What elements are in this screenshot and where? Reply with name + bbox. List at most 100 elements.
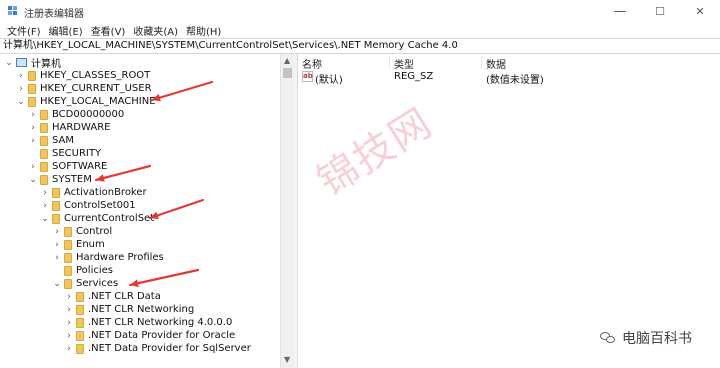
- folder-icon: [76, 291, 84, 302]
- tree-item-hardware-profiles[interactable]: › Hardware Profiles: [52, 251, 164, 264]
- tree-item-policies[interactable]: Policies: [52, 264, 113, 277]
- folder-icon: [40, 148, 48, 159]
- tree-item-system[interactable]: ⌄ SYSTEM: [28, 173, 92, 186]
- chevron-down-icon[interactable]: ⌄: [16, 97, 26, 107]
- chevron-right-icon[interactable]: ›: [64, 344, 74, 354]
- value-row[interactable]: ab (默认) REG_SZ (数值未设置): [298, 70, 720, 86]
- value-type: REG_SZ: [394, 71, 434, 82]
- folder-icon: [40, 109, 48, 120]
- folder-icon: [76, 317, 84, 328]
- close-button[interactable]: ✕: [680, 0, 720, 22]
- scroll-down-icon[interactable]: ▼: [284, 355, 290, 364]
- menu-favorites[interactable]: 收藏夹(A): [130, 23, 181, 38]
- scroll-up-icon[interactable]: ▲: [284, 56, 290, 65]
- tree-item-bcd[interactable]: › BCD00000000: [28, 108, 124, 121]
- folder-icon: [28, 70, 36, 81]
- menu-file[interactable]: 文件(F): [4, 23, 44, 38]
- tree-scrollbar[interactable]: ▲ ▼: [280, 54, 294, 368]
- tree-item-net-oracle[interactable]: › .NET Data Provider for Oracle: [64, 329, 235, 342]
- chevron-right-icon[interactable]: ›: [64, 305, 74, 315]
- folder-icon: [76, 330, 84, 341]
- tree-item-hklm[interactable]: ⌄ HKEY_LOCAL_MACHINE: [16, 95, 155, 108]
- folder-icon: [52, 213, 60, 224]
- tree-item-hkcr[interactable]: › HKEY_CLASSES_ROOT: [16, 69, 150, 82]
- tree-item-hardware[interactable]: › HARDWARE: [28, 121, 110, 134]
- folder-icon: [64, 226, 72, 237]
- tree-item-net-clr-data[interactable]: › .NET CLR Data: [64, 290, 161, 303]
- chevron-right-icon[interactable]: ›: [52, 240, 62, 250]
- folder-icon: [64, 239, 72, 250]
- folder-icon: [64, 252, 72, 263]
- folder-icon: [40, 174, 48, 185]
- menu-help[interactable]: 帮助(H): [183, 23, 224, 38]
- folder-icon: [28, 83, 36, 94]
- column-header-type[interactable]: 类型: [390, 56, 482, 71]
- wechat-icon: [600, 332, 616, 344]
- chevron-down-icon[interactable]: ⌄: [28, 175, 38, 185]
- folder-icon: [40, 161, 48, 172]
- string-value-icon: ab: [302, 71, 313, 82]
- folder-icon: [40, 122, 48, 133]
- tree-item-computer[interactable]: ⌄ 计算机: [4, 56, 61, 71]
- registry-tree: ⌄ 计算机 › HKEY_CLASSES_ROOT › HKEY_CURRENT…: [0, 54, 294, 368]
- minimize-icon: —: [613, 3, 627, 19]
- chevron-right-icon[interactable]: ›: [40, 201, 50, 211]
- tree-item-activationbroker[interactable]: › ActivationBroker: [40, 186, 146, 199]
- tree-item-services[interactable]: ⌄ Services: [52, 277, 118, 290]
- tree-item-hkcu[interactable]: › HKEY_CURRENT_USER: [16, 82, 151, 95]
- wechat-branding: 电脑百科书: [600, 328, 692, 348]
- chevron-right-icon[interactable]: ›: [16, 84, 26, 94]
- tree-item-net-clr-networking-4[interactable]: › .NET CLR Networking 4.0.0.0: [64, 316, 232, 329]
- folder-icon: [76, 304, 84, 315]
- window-title: 注册表编辑器: [24, 9, 84, 20]
- folder-icon: [40, 135, 48, 146]
- column-header-data[interactable]: 数据: [482, 56, 720, 71]
- chevron-right-icon[interactable]: ›: [52, 253, 62, 263]
- chevron-right-icon[interactable]: ›: [64, 292, 74, 302]
- values-list: 名称 类型 数据 ab (默认) REG_SZ (数值未设置): [298, 54, 720, 368]
- folder-icon: [76, 343, 84, 354]
- folder-icon: [28, 96, 36, 107]
- menu-view[interactable]: 查看(V): [88, 23, 129, 38]
- maximize-button[interactable]: ☐: [640, 0, 680, 22]
- value-data: (数值未设置): [486, 75, 544, 86]
- tree-item-security[interactable]: SECURITY: [28, 147, 101, 160]
- scroll-thumb[interactable]: [283, 68, 292, 78]
- tree-item-sam[interactable]: › SAM: [28, 134, 74, 147]
- folder-icon: [52, 187, 60, 198]
- chevron-right-icon[interactable]: ›: [16, 71, 26, 81]
- folder-icon: [64, 265, 72, 276]
- value-name: (默认): [315, 75, 343, 86]
- chevron-down-icon[interactable]: ⌄: [40, 214, 50, 224]
- computer-icon: [16, 58, 27, 67]
- tree-item-controlset001[interactable]: › ControlSet001: [40, 199, 135, 212]
- tree-item-software[interactable]: › SOFTWARE: [28, 160, 107, 173]
- tree-item-net-clr-networking[interactable]: › .NET CLR Networking: [64, 303, 194, 316]
- wechat-account-label: 电脑百科书: [622, 331, 692, 347]
- chevron-down-icon[interactable]: ⌄: [52, 279, 62, 289]
- chevron-right-icon[interactable]: ›: [64, 318, 74, 328]
- tree-item-currentcontrolset[interactable]: ⌄ CurrentControlSet: [40, 212, 154, 225]
- folder-icon: [64, 278, 72, 289]
- chevron-right-icon[interactable]: ›: [52, 227, 62, 237]
- tree-item-net-sqlserver[interactable]: › .NET Data Provider for SqlServer: [64, 342, 251, 355]
- chevron-right-icon[interactable]: ›: [28, 162, 38, 172]
- menu-bar: 文件(F) 编辑(E) 查看(V) 收藏夹(A) 帮助(H): [0, 22, 720, 38]
- tree-item-control[interactable]: › Control: [52, 225, 112, 238]
- title-bar: 注册表编辑器 — ☐ ✕: [0, 0, 720, 22]
- minimize-button[interactable]: —: [600, 0, 640, 22]
- column-header-name[interactable]: 名称: [298, 56, 390, 71]
- chevron-right-icon[interactable]: ›: [64, 331, 74, 341]
- chevron-right-icon[interactable]: ›: [40, 188, 50, 198]
- address-bar[interactable]: 计算机\HKEY_LOCAL_MACHINE\SYSTEM\CurrentCon…: [0, 38, 720, 54]
- menu-edit[interactable]: 编辑(E): [46, 23, 86, 38]
- close-icon: ✕: [695, 4, 705, 18]
- chevron-down-icon[interactable]: ⌄: [4, 58, 14, 68]
- chevron-right-icon[interactable]: ›: [28, 136, 38, 146]
- chevron-right-icon[interactable]: ›: [28, 123, 38, 133]
- regedit-app-icon: [8, 6, 17, 15]
- tree-item-enum[interactable]: › Enum: [52, 238, 105, 251]
- folder-icon: [52, 200, 60, 211]
- maximize-icon: ☐: [655, 4, 665, 18]
- chevron-right-icon[interactable]: ›: [28, 110, 38, 120]
